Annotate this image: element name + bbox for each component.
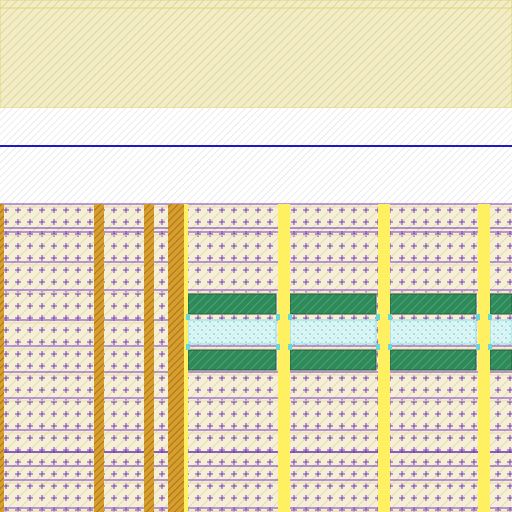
gate-column-edge [0, 204, 4, 512]
contact-tick-top-5 [476, 314, 480, 320]
green-active-bottom-3 [489, 349, 512, 371]
cyan-implant-0 [187, 319, 277, 345]
contact-tick-bottom-3 [376, 344, 380, 350]
contact-tick-bottom-2 [288, 344, 292, 350]
gate-column-0 [94, 204, 104, 512]
green-active-bottom-2 [389, 349, 477, 371]
cyan-implant-2 [389, 319, 477, 345]
contact-tick-bottom-1 [276, 344, 280, 350]
contact-tick-top-4 [388, 314, 392, 320]
green-active-top-0 [187, 293, 277, 315]
yellow-column-2 [478, 204, 490, 512]
green-active-top-3 [489, 293, 512, 315]
green-active-bottom-0 [187, 349, 277, 371]
green-active-bottom-1 [289, 349, 377, 371]
cyan-implant-3 [489, 319, 512, 345]
yellow-column-1 [378, 204, 390, 512]
contact-tick-bottom-0 [186, 344, 190, 350]
top-metal-region [0, 0, 512, 109]
contact-tick-bottom-6 [488, 344, 492, 350]
spacer-hatch-region [0, 108, 512, 204]
yellow-strip-gate [184, 204, 188, 512]
contact-tick-top-6 [488, 314, 492, 320]
green-active-top-1 [289, 293, 377, 315]
gate-column-2 [168, 204, 184, 512]
gate-column-1 [144, 204, 154, 512]
contact-tick-top-0 [186, 314, 190, 320]
contact-tick-top-3 [376, 314, 380, 320]
cyan-implant-1 [289, 319, 377, 345]
cell-array [0, 203, 512, 512]
contact-tick-bottom-5 [476, 344, 480, 350]
contact-tick-top-1 [276, 314, 280, 320]
green-active-top-2 [389, 293, 477, 315]
layout-canvas [0, 0, 512, 512]
contact-tick-bottom-4 [388, 344, 392, 350]
contact-tick-top-2 [288, 314, 292, 320]
yellow-column-0 [278, 204, 290, 512]
